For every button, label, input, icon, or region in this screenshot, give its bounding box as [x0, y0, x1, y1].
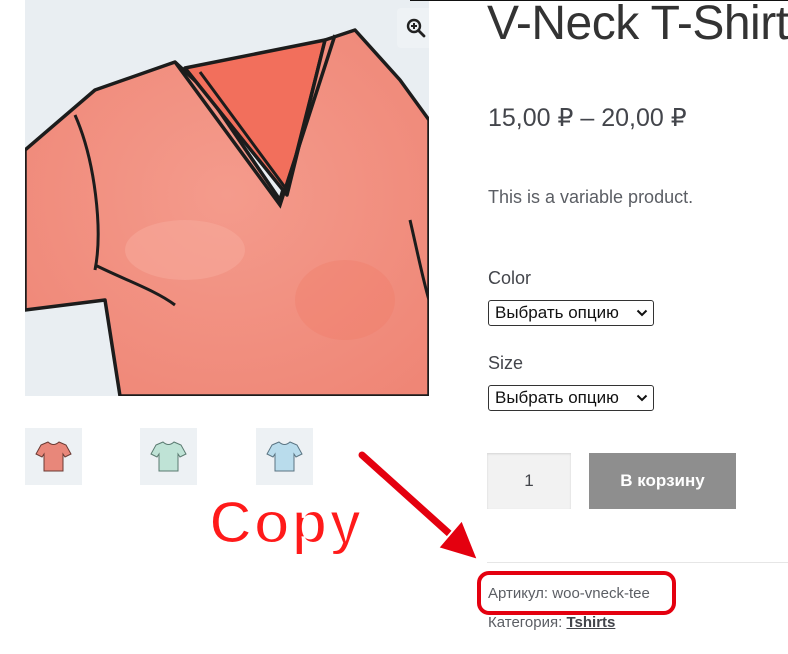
copy-annotation-text: Copy	[208, 488, 364, 558]
arrow-annotation	[356, 449, 480, 562]
